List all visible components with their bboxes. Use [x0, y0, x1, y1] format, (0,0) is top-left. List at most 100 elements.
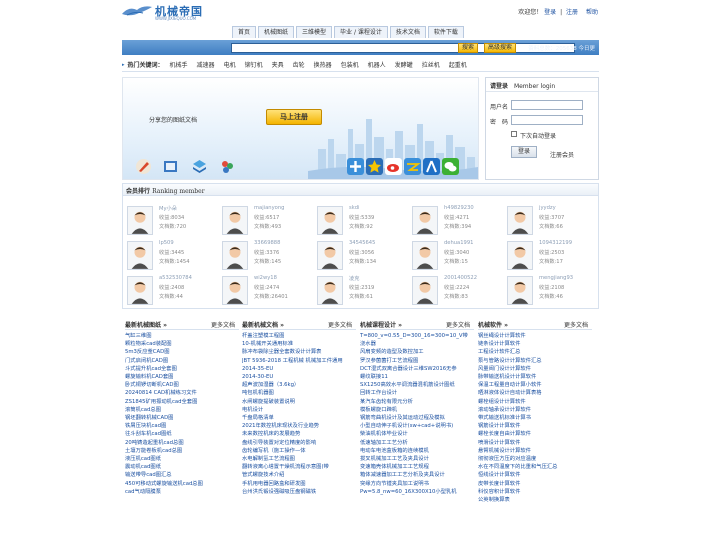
register-link[interactable]: 注册 — [566, 9, 578, 16]
list-item[interactable]: 2021年数控机床现状及行业趋势 — [242, 422, 356, 430]
list-item[interactable]: 恒线设计计算软件 — [478, 471, 592, 479]
list-item[interactable]: 水在不同温度下的比重和气压汇总 — [478, 463, 592, 471]
nav-tab-software[interactable]: 软件下载 — [427, 26, 464, 38]
more-link[interactable]: 更多文档 — [446, 320, 470, 329]
column-title-text[interactable]: 最新机械图纸 » — [125, 322, 167, 329]
search-input[interactable] — [231, 43, 575, 53]
list-item[interactable]: 齿轮编写机（施工操作—体 — [242, 447, 356, 455]
list-item[interactable]: 震动机cad图纸 — [125, 463, 239, 471]
image-icon[interactable] — [162, 158, 179, 175]
weibo-icon[interactable] — [385, 158, 402, 175]
list-item[interactable]: T=800_v=0.55_D=300_16=300=10_V带 — [360, 332, 474, 340]
remember-checkbox[interactable] — [511, 131, 517, 137]
more-link[interactable]: 更多文档 — [328, 320, 352, 329]
hot-keyword[interactable]: 包装机 — [341, 60, 359, 69]
list-item[interactable]: 脉带输送机设计计算软件 — [478, 373, 592, 381]
advanced-search-button[interactable]: 高级搜索 — [484, 43, 517, 53]
list-item[interactable]: 链条设计计算软件 — [478, 340, 592, 348]
people-icon[interactable] — [219, 158, 236, 175]
list-item[interactable]: 吨包机机器图 — [242, 389, 356, 397]
member-card[interactable]: 2001400522 收益:2224 文档数:83 — [412, 274, 500, 308]
list-item[interactable]: 输送带导cad图汇总 — [125, 471, 239, 479]
list-item[interactable]: 气缸三维图 — [125, 332, 239, 340]
member-name[interactable]: My小朵 — [159, 205, 177, 212]
list-item[interactable]: 钢坯翻转机械CAD图 — [125, 414, 239, 422]
list-item[interactable]: 喷滑设计计算软件 — [478, 439, 592, 447]
list-item[interactable]: 彻彻液压方压的对应温度 — [478, 455, 592, 463]
list-item[interactable]: cad气动隔膜泵 — [125, 488, 239, 496]
member-name[interactable]: jyydzy — [539, 205, 556, 211]
list-item[interactable]: 5m3反应釜CAD图 — [125, 348, 239, 356]
member-card[interactable]: jyydzy 收益:3707 文档数:66 — [507, 204, 595, 238]
member-name[interactable]: majianyong — [254, 205, 284, 211]
list-item[interactable]: 10-机械开关通用标准 — [242, 340, 356, 348]
member-name[interactable]: 34545645 — [349, 240, 375, 246]
hot-keyword[interactable]: 拉丝机 — [422, 60, 440, 69]
list-item[interactable]: 某汽车齿轮有限元分析 — [360, 398, 474, 406]
column-title-text[interactable]: 机械软件 » — [478, 322, 508, 329]
member-card[interactable]: 34545645 收益:3056 文档数:134 — [317, 239, 405, 273]
list-item[interactable]: 杆盖注塑模工程图 — [242, 332, 356, 340]
list-item[interactable]: 20吨铸造起重机cad总图 — [125, 439, 239, 447]
list-item[interactable]: 工程设计软件汇总 — [478, 348, 592, 356]
list-item[interactable]: 钢丝绳设计计算软件 — [478, 332, 592, 340]
list-item[interactable]: ZS1845矿用振动机cad全套图 — [125, 398, 239, 406]
list-item[interactable]: 科仪容积计算软件 — [478, 488, 592, 496]
list-item[interactable]: 土壤万能卷板机cad总图 — [125, 447, 239, 455]
pencil-icon[interactable] — [135, 158, 152, 175]
list-item[interactable]: 小型自动伸子机设计(sw+cad+说明书) — [360, 422, 474, 430]
more-link[interactable]: 更多文档 — [564, 320, 588, 329]
list-item[interactable]: 螺栓组设计计算软件 — [478, 398, 592, 406]
member-card[interactable]: h49829230 收益:4271 文档数:394 — [412, 204, 500, 238]
list-item[interactable]: 盘线引导装置对定位精度的影响 — [242, 439, 356, 447]
member-name[interactable]: 1094312199 — [539, 240, 572, 246]
list-item[interactable]: 悬臂机械设计计算软件 — [478, 447, 592, 455]
member-card[interactable]: My小朵 收益:8034 文档数:720 — [127, 204, 215, 238]
hot-keyword[interactable]: 齿轮 — [293, 60, 305, 69]
member-card[interactable]: skdi 收益:5339 文档数:92 — [317, 204, 405, 238]
hot-keyword[interactable]: 减速器 — [197, 60, 215, 69]
nav-tab-home[interactable]: 首页 — [232, 26, 257, 38]
login-button[interactable]: 登录 — [511, 146, 537, 158]
hot-keyword[interactable]: 夹具 — [272, 60, 284, 69]
hot-keyword[interactable]: 电机 — [224, 60, 236, 69]
member-name[interactable]: h49829230 — [444, 205, 474, 211]
list-item[interactable]: 螺栓长度自由计算软件 — [478, 430, 592, 438]
list-item[interactable]: 保温工程量自动计算小软件 — [478, 381, 592, 389]
list-item[interactable]: 水闸螺旋提破装置说明 — [242, 398, 356, 406]
shapes-icon[interactable] — [191, 158, 208, 175]
list-item[interactable]: 颗粒物采cad装配图 — [125, 340, 239, 348]
nav-tab-drawings[interactable]: 机械图纸 — [258, 26, 295, 38]
list-item[interactable]: 20240814 CAD机械练习文件 — [125, 389, 239, 397]
list-item[interactable]: 2014-30-EU — [242, 373, 356, 381]
member-name[interactable]: skdi — [349, 205, 359, 211]
hot-keyword[interactable]: 换热器 — [314, 60, 332, 69]
list-item[interactable]: 变速箱壳体机械加工工艺规程 — [360, 463, 474, 471]
column-title-text[interactable]: 最新机械文档 » — [242, 322, 284, 329]
list-item[interactable]: 千盘局格清单 — [242, 414, 356, 422]
list-item[interactable]: 卧式铜锣切断机CAD图 — [125, 381, 239, 389]
plus-icon[interactable] — [347, 158, 364, 175]
member-card[interactable]: lp509 收益:3445 文档数:1454 — [127, 239, 215, 273]
list-item[interactable]: 公英制换算表 — [478, 496, 592, 504]
renren-icon[interactable] — [423, 158, 440, 175]
list-item[interactable]: 钢筋设计计算软件 — [478, 422, 592, 430]
list-item[interactable]: 电机设计 — [242, 406, 356, 414]
list-item[interactable]: 门式启闭机CAD图 — [125, 357, 239, 365]
list-item[interactable]: 脉冲布袋除尘器全套数设计计算表 — [242, 348, 356, 356]
list-item[interactable]: 拔叉机械加工工艺及夹具设计 — [360, 455, 474, 463]
list-item[interactable]: 电动车电池盒板箱的连续模机 — [360, 447, 474, 455]
list-item[interactable]: 回转工作台设计 — [360, 389, 474, 397]
list-item[interactable]: 低速轴加工工艺分析 — [360, 439, 474, 447]
column-title-text[interactable]: 机械课程设计 » — [360, 322, 402, 329]
list-item[interactable]: 翻转液离心塔置干燥机流程示意图(带 — [242, 463, 356, 471]
list-item[interactable]: 箱体减速器加工工艺分析及夹具设计 — [360, 471, 474, 479]
nav-tab-graduation[interactable]: 毕业 / 课程设计 — [334, 26, 388, 38]
username-field[interactable] — [511, 100, 583, 110]
list-item[interactable]: 铁屑压块机cad图 — [125, 422, 239, 430]
list-item[interactable]: JBT 5936-2018 工程机械 机械加工件通用 — [242, 357, 356, 365]
list-item[interactable]: 水电解制氢工艺流程图 — [242, 455, 356, 463]
register-member-link[interactable]: 注册会员 — [550, 150, 574, 159]
list-item[interactable]: 液压机cad图纸 — [125, 455, 239, 463]
member-card[interactable]: 凌克 收益:2319 文档数:61 — [317, 274, 405, 308]
